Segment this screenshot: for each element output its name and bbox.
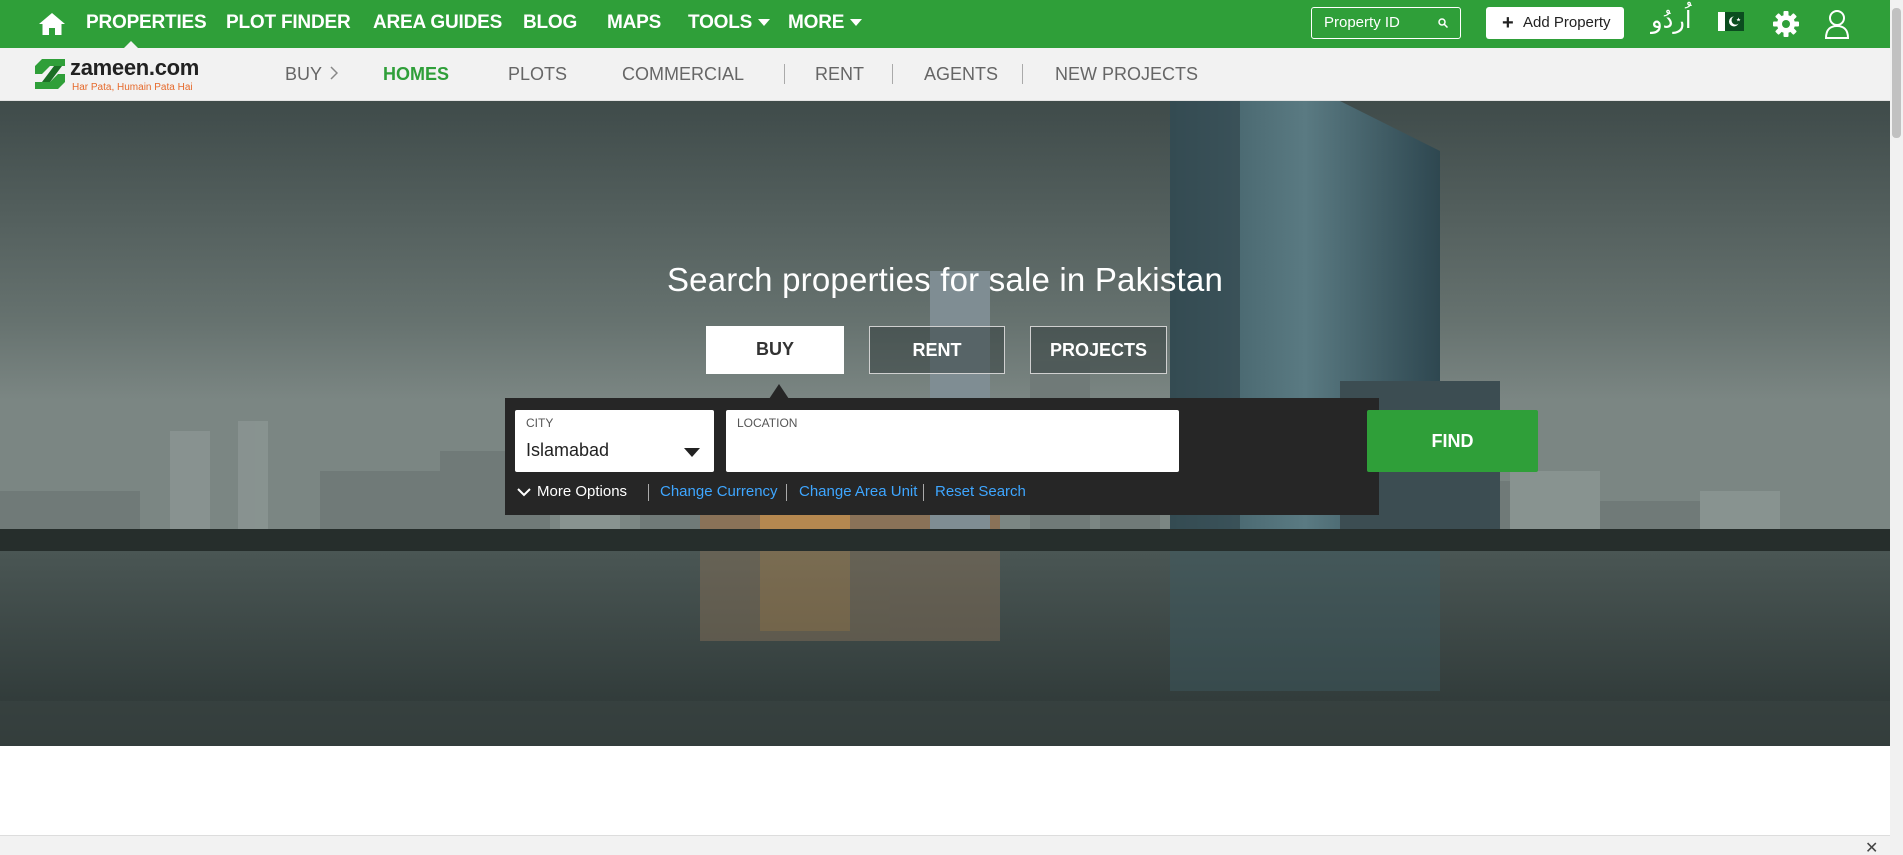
settings-gear-icon[interactable]	[1772, 10, 1800, 38]
plus-icon: +	[1502, 12, 1514, 34]
chevron-right-icon	[330, 66, 338, 80]
divider	[648, 484, 649, 501]
property-id-search[interactable]: Property ID	[1311, 7, 1461, 39]
hero-search-section: Search properties for sale in Pakistan B…	[0, 101, 1890, 746]
nav-plot-finder[interactable]: PLOT FINDER	[226, 0, 351, 48]
property-id-placeholder: Property ID	[1324, 14, 1400, 31]
divider	[923, 484, 924, 501]
city-label: CITY	[526, 416, 554, 430]
search-icon[interactable]	[1438, 18, 1448, 28]
nav-more[interactable]: MORE	[788, 0, 863, 48]
scrollbar-thumb[interactable]	[1892, 8, 1901, 138]
caret-down-icon	[850, 19, 863, 27]
active-tab-pointer	[769, 384, 789, 399]
divider	[786, 484, 787, 501]
secondary-navigation-bar: zameen.com Har Pata, Humain Pata Hai BUY…	[0, 48, 1890, 101]
subnav-rent[interactable]: RENT	[815, 48, 864, 101]
zameen-logo-icon	[35, 59, 65, 89]
nav-tools[interactable]: TOOLS	[688, 0, 771, 48]
nav-area-guides[interactable]: AREA GUIDES	[373, 0, 502, 48]
active-indicator	[124, 41, 138, 48]
change-currency-link[interactable]: Change Currency	[660, 482, 778, 502]
nav-maps[interactable]: MAPS	[607, 0, 661, 48]
nav-blog[interactable]: BLOG	[523, 0, 577, 48]
caret-down-icon	[758, 19, 771, 27]
subnav-agents[interactable]: AGENTS	[924, 48, 998, 101]
logo-wordmark: zameen.com	[70, 55, 200, 80]
top-navigation-bar: PROPERTIES PLOT FINDER AREA GUIDES BLOG …	[0, 0, 1890, 48]
subnav-homes[interactable]: HOMES	[383, 48, 449, 101]
nav-tools-label: TOOLS	[688, 12, 753, 33]
change-area-unit-link[interactable]: Change Area Unit	[799, 482, 917, 502]
add-property-button[interactable]: + Add Property	[1486, 7, 1624, 39]
reset-search-link[interactable]: Reset Search	[935, 482, 1026, 502]
location-label: LOCATION	[737, 416, 798, 430]
tab-projects[interactable]: PROJECTS	[1030, 326, 1167, 374]
subnav-commercial[interactable]: COMMERCIAL	[622, 48, 744, 101]
subnav-new-projects[interactable]: NEW PROJECTS	[1055, 48, 1198, 101]
tab-buy[interactable]: BUY	[706, 326, 844, 374]
bottom-banner-strip	[0, 835, 1890, 855]
user-account-icon[interactable]	[1824, 9, 1850, 39]
page-scrollbar[interactable]	[1890, 0, 1903, 855]
pakistan-flag-icon[interactable]	[1718, 12, 1744, 31]
divider	[1022, 64, 1023, 84]
divider	[892, 64, 893, 84]
city-value: Islamabad	[526, 440, 610, 460]
logo-tagline: Har Pata, Humain Pata Hai	[72, 82, 193, 93]
nav-more-label: MORE	[788, 12, 845, 33]
nav-properties[interactable]: PROPERTIES	[86, 0, 207, 48]
search-panel: CITY Islamabad LOCATION FIND More Option…	[505, 398, 1538, 515]
subnav-plots[interactable]: PLOTS	[508, 48, 567, 101]
dropdown-arrow-icon	[684, 448, 700, 457]
more-options-link[interactable]: More Options	[537, 482, 627, 502]
close-icon[interactable]: ✕	[1865, 838, 1878, 855]
city-select[interactable]: CITY Islamabad	[515, 410, 714, 472]
zameen-logo[interactable]: zameen.com Har Pata, Humain Pata Hai	[34, 55, 209, 94]
home-icon[interactable]	[38, 12, 66, 36]
urdu-language-toggle[interactable]: اُردُو	[1651, 6, 1692, 34]
hero-title: Search properties for sale in Pakistan	[666, 261, 1224, 298]
add-property-label: Add Property	[1523, 14, 1611, 31]
location-input[interactable]: LOCATION	[726, 410, 1179, 472]
tab-rent[interactable]: RENT	[869, 326, 1005, 374]
divider	[784, 64, 785, 84]
chevron-down-icon[interactable]	[517, 487, 531, 497]
subnav-buy[interactable]: BUY	[285, 48, 322, 101]
find-button[interactable]: FIND	[1367, 410, 1538, 472]
